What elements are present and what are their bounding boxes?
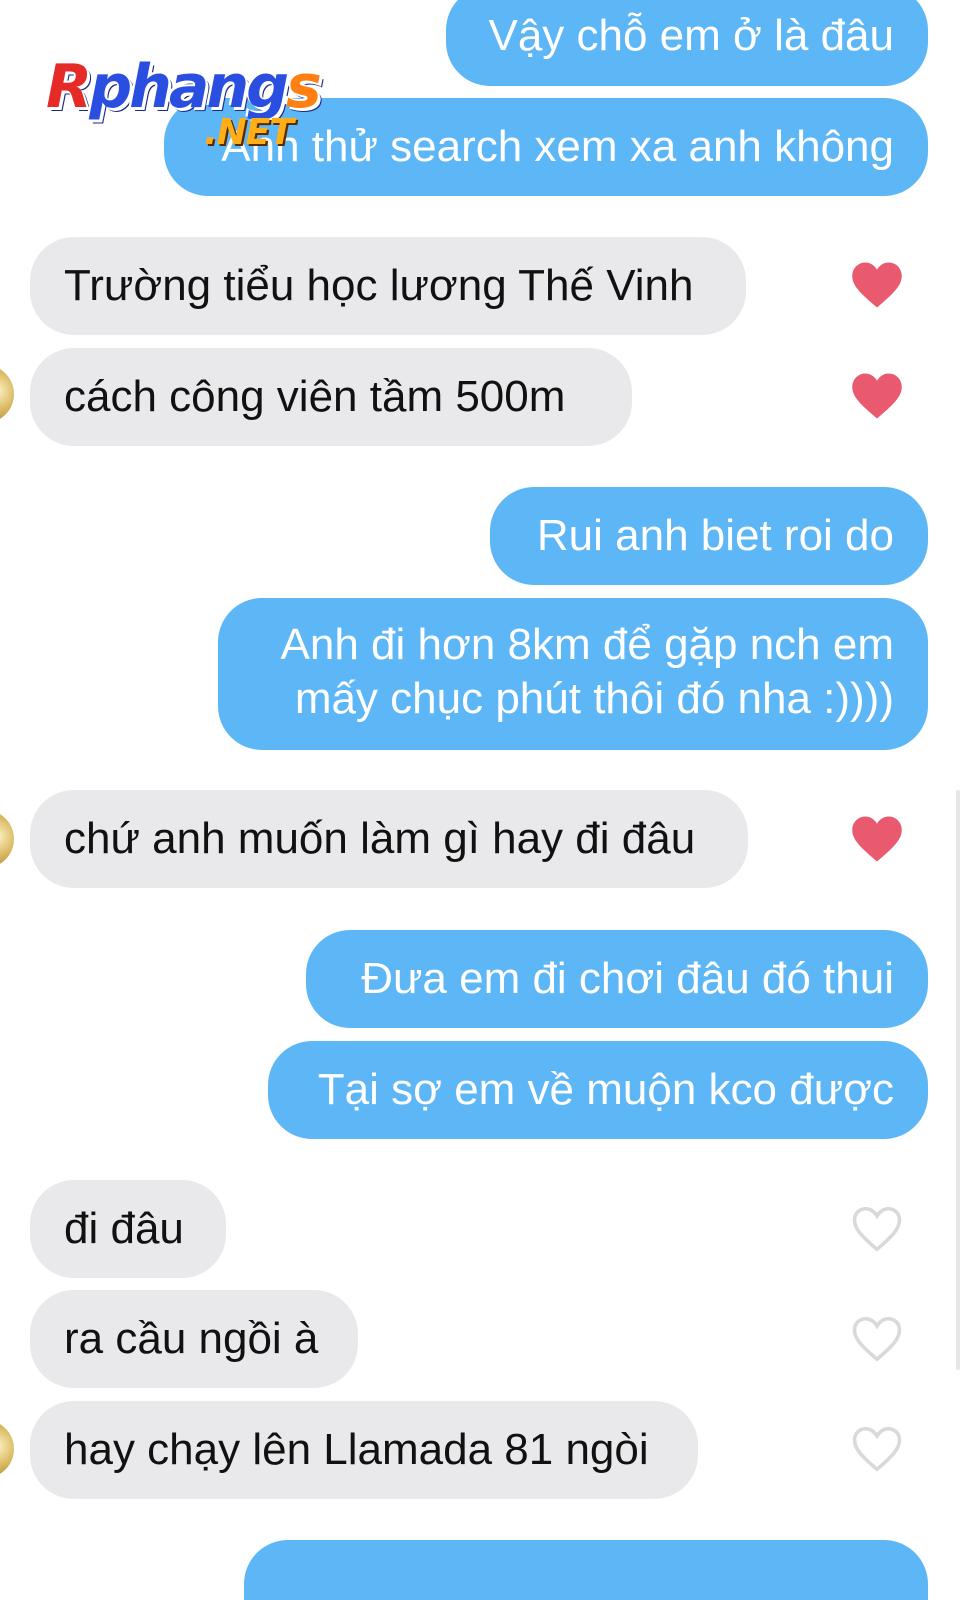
message-bubble-incoming[interactable]: Trường tiểu học lương Thế Vinh xyxy=(30,237,746,335)
heart-filled-icon[interactable] xyxy=(850,371,904,421)
message-text-line: Anh đi hơn 8km để gặp nch em xyxy=(280,620,894,669)
message-text: cách công viên tầm 500m xyxy=(64,372,566,422)
message-text-line: mấy chục phút thôi đó nha :)))) xyxy=(294,673,894,723)
watermark-logo: Rphangs .NET xyxy=(46,52,366,162)
avatar[interactable] xyxy=(0,1420,14,1478)
message-text: ra cầu ngồi à xyxy=(64,1314,319,1364)
scrollbar[interactable] xyxy=(956,790,960,1370)
message-bubble-incoming[interactable]: hay chạy lên Llamada 81 ngòi xyxy=(30,1401,698,1499)
watermark-suffix: .NET xyxy=(204,112,294,153)
heart-outline-icon[interactable] xyxy=(850,1204,904,1254)
message-text: Tại sợ em về muộn kco được xyxy=(317,1065,894,1115)
heart-filled-icon[interactable] xyxy=(850,260,904,310)
avatar[interactable] xyxy=(0,810,14,868)
message-bubble-outgoing[interactable]: Đưa em đi chơi đâu đó thui xyxy=(306,930,928,1028)
message-bubble-incoming[interactable]: cách công viên tầm 500m xyxy=(30,348,632,446)
heart-outline-icon[interactable] xyxy=(850,1314,904,1364)
message-bubble-incoming[interactable]: ra cầu ngồi à xyxy=(30,1290,358,1388)
message-text: đi đâu xyxy=(64,1204,184,1254)
message-text: Rui anh biet roi do xyxy=(536,511,894,561)
message-bubble-outgoing[interactable]: Tại sợ em về muộn kco được xyxy=(268,1041,928,1139)
message-bubble-outgoing[interactable]: Anh đi hơn 8km để gặp nch em mấy chục ph… xyxy=(218,598,928,750)
message-text: Đưa em đi chơi đâu đó thui xyxy=(361,954,894,1004)
message-bubble-outgoing[interactable]: Vậy chỗ em ở là đâu xyxy=(446,0,928,86)
message-bubble-outgoing[interactable]: Rui anh biet roi do xyxy=(490,487,928,585)
message-bubble-outgoing[interactable] xyxy=(244,1540,928,1600)
message-text: Vậy chỗ em ở là đâu xyxy=(488,11,894,61)
message-text: Trường tiểu học lương Thế Vinh xyxy=(64,261,694,311)
avatar[interactable] xyxy=(0,365,14,423)
heart-outline-icon[interactable] xyxy=(850,1424,904,1474)
message-bubble-incoming[interactable]: đi đâu xyxy=(30,1180,226,1278)
message-text: chứ anh muốn làm gì hay đi đâu xyxy=(64,814,696,864)
message-bubble-incoming[interactable]: chứ anh muốn làm gì hay đi đâu xyxy=(30,790,748,888)
chat-thread: Vậy chỗ em ở là đâu Anh thử search xem x… xyxy=(0,0,960,1600)
heart-filled-icon[interactable] xyxy=(850,814,904,864)
message-text: hay chạy lên Llamada 81 ngòi xyxy=(64,1425,649,1475)
